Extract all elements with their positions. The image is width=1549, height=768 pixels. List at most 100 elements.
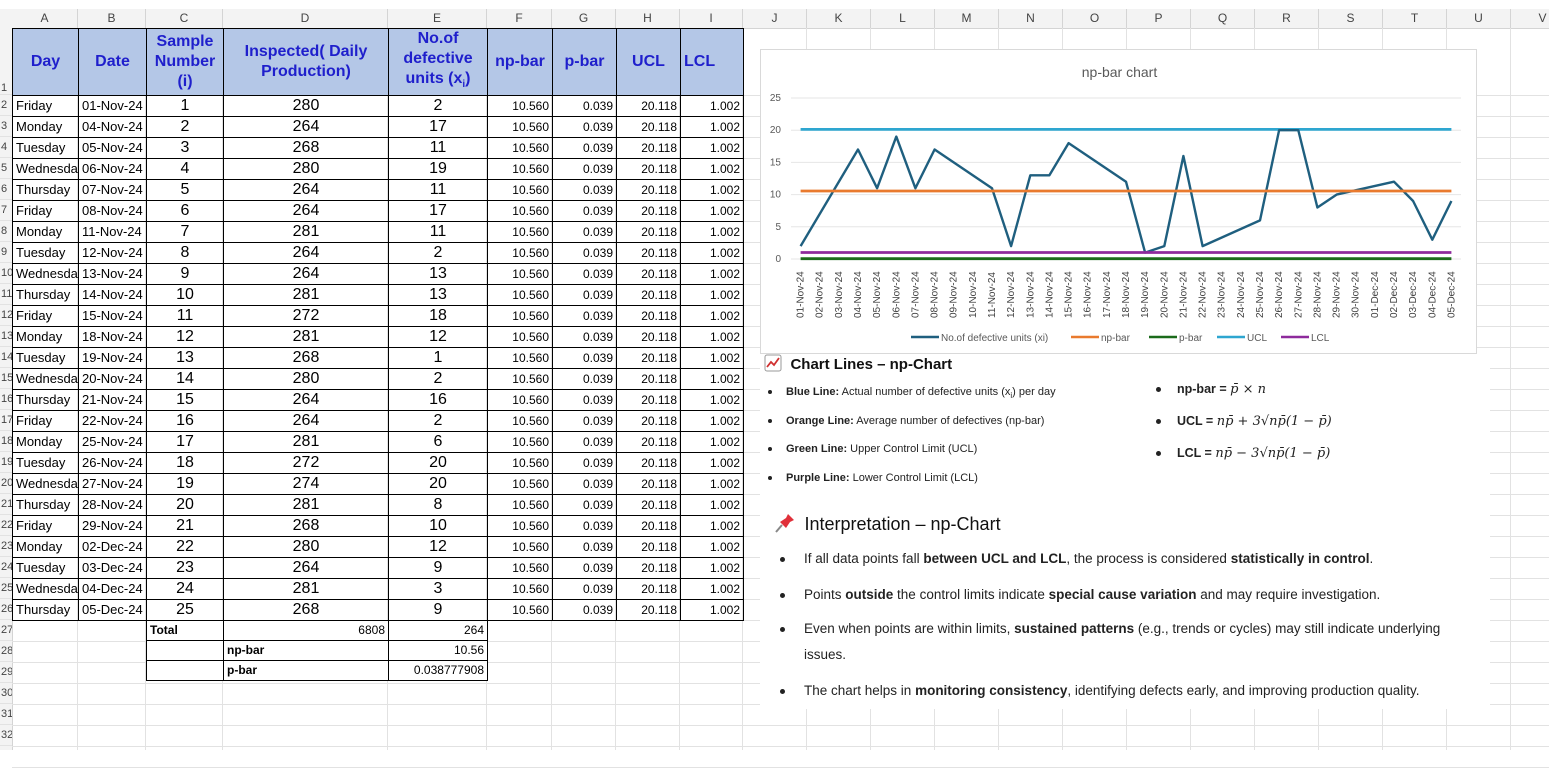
header-date[interactable]: Date (78, 27, 147, 97)
cell-inspected[interactable]: 264 (223, 179, 389, 202)
cell-inspected[interactable]: 264 (223, 557, 389, 580)
row-header-18[interactable]: 18 (0, 431, 12, 452)
cell-date[interactable]: 21-Nov-24 (78, 389, 147, 412)
cell-npbar[interactable]: 10.560 (487, 179, 553, 202)
total-inspected[interactable]: 6808 (223, 620, 389, 641)
cell-pbar[interactable]: 0.039 (552, 389, 617, 412)
cell-ucl[interactable]: 20.118 (616, 515, 681, 538)
cell-pbar[interactable]: 0.039 (552, 284, 617, 307)
cell-pbar[interactable]: 0.039 (552, 431, 617, 454)
column-header-n[interactable]: N (999, 9, 1063, 28)
column-header-r[interactable]: R (1255, 9, 1319, 28)
cell-date[interactable]: 29-Nov-24 (78, 515, 147, 538)
cell-sample[interactable]: 10 (146, 284, 224, 307)
column-header-u[interactable]: U (1447, 9, 1511, 28)
cell-npbar[interactable]: 10.560 (487, 431, 553, 454)
cell-day[interactable]: Tuesday (12, 242, 79, 265)
cell-npbar[interactable]: 10.560 (487, 326, 553, 349)
cell-npbar[interactable]: 10.560 (487, 284, 553, 307)
cell-inspected[interactable]: 272 (223, 452, 389, 475)
cell-lcl[interactable]: 1.002 (680, 368, 744, 391)
cell-date[interactable]: 19-Nov-24 (78, 347, 147, 370)
row-header-25[interactable]: 25 (0, 578, 12, 599)
total-label[interactable]: Total (146, 620, 224, 641)
cell-defective[interactable]: 20 (388, 473, 488, 496)
cell-npbar[interactable]: 10.560 (487, 305, 553, 328)
cell-pbar[interactable]: 0.039 (552, 557, 617, 580)
cell-ucl[interactable]: 20.118 (616, 137, 681, 160)
cell-lcl[interactable]: 1.002 (680, 431, 744, 454)
np-bar-chart[interactable]: np-bar chart 0 5 10 15 20 25 01-Nov-24 02-Nov-24… (760, 49, 1477, 354)
column-header-j[interactable]: J (743, 9, 807, 28)
cell-defective[interactable]: 18 (388, 305, 488, 328)
cell-pbar[interactable]: 0.039 (552, 452, 617, 475)
cell-pbar[interactable]: 0.039 (552, 368, 617, 391)
cell-pbar[interactable]: 0.039 (552, 515, 617, 538)
npbar-spacer[interactable] (146, 640, 224, 661)
cell-pbar[interactable]: 0.039 (552, 242, 617, 265)
cell-day[interactable]: Thursday (12, 494, 79, 517)
cell-date[interactable]: 28-Nov-24 (78, 494, 147, 517)
cell-date[interactable]: 06-Nov-24 (78, 158, 147, 181)
cell-ucl[interactable]: 20.118 (616, 179, 681, 202)
cell-ucl[interactable]: 20.118 (616, 473, 681, 496)
row-header-15[interactable]: 15 (0, 368, 12, 389)
cell-defective[interactable]: 2 (388, 410, 488, 433)
cell-inspected[interactable]: 268 (223, 515, 389, 538)
cell-defective[interactable]: 8 (388, 494, 488, 517)
cell-pbar[interactable]: 0.039 (552, 158, 617, 181)
cell-sample[interactable]: 15 (146, 389, 224, 412)
cell-lcl[interactable]: 1.002 (680, 200, 744, 223)
cell-date[interactable]: 22-Nov-24 (78, 410, 147, 433)
row-header-31[interactable]: 31 (0, 704, 12, 725)
cell-sample[interactable]: 8 (146, 242, 224, 265)
cell-inspected[interactable]: 274 (223, 473, 389, 496)
cell-npbar[interactable]: 10.560 (487, 263, 553, 286)
cell-ucl[interactable]: 20.118 (616, 221, 681, 244)
column-header-m[interactable]: M (935, 9, 999, 28)
column-header-t[interactable]: T (1383, 9, 1447, 28)
column-header-s[interactable]: S (1319, 9, 1383, 28)
cell-lcl[interactable]: 1.002 (680, 158, 744, 181)
column-header-k[interactable]: K (807, 9, 871, 28)
cell-lcl[interactable]: 1.002 (680, 326, 744, 349)
cell-defective[interactable]: 19 (388, 158, 488, 181)
cell-date[interactable]: 01-Nov-24 (78, 95, 147, 118)
cell-sample[interactable]: 5 (146, 179, 224, 202)
cell-npbar[interactable]: 10.560 (487, 473, 553, 496)
cell-sample[interactable]: 21 (146, 515, 224, 538)
column-header-v[interactable]: V (1511, 9, 1549, 28)
row-header-19[interactable]: 19 (0, 452, 12, 473)
row-header-9[interactable]: 9 (0, 242, 12, 263)
column-header-i[interactable]: I (680, 9, 743, 28)
cell-day[interactable]: Tuesday (12, 347, 79, 370)
cell-npbar[interactable]: 10.560 (487, 221, 553, 244)
row-header-11[interactable]: 11 (0, 284, 12, 305)
cell-defective[interactable]: 2 (388, 242, 488, 265)
cell-date[interactable]: 03-Dec-24 (78, 557, 147, 580)
cell-sample[interactable]: 3 (146, 137, 224, 160)
cell-defective[interactable]: 6 (388, 431, 488, 454)
header-day[interactable]: Day (12, 27, 79, 97)
total-defective[interactable]: 264 (388, 620, 488, 641)
cell-lcl[interactable]: 1.002 (680, 536, 744, 559)
cell-npbar[interactable]: 10.560 (487, 347, 553, 370)
cell-ucl[interactable]: 20.118 (616, 284, 681, 307)
row-header-24[interactable]: 24 (0, 557, 12, 578)
cell-ucl[interactable]: 20.118 (616, 326, 681, 349)
cell-day[interactable]: Tuesday (12, 137, 79, 160)
cell-npbar[interactable]: 10.560 (487, 158, 553, 181)
legend-entry[interactable]: UCL (1247, 333, 1267, 344)
cell-ucl[interactable]: 20.118 (616, 389, 681, 412)
cell-pbar[interactable]: 0.039 (552, 305, 617, 328)
cell-inspected[interactable]: 264 (223, 116, 389, 139)
cell-inspected[interactable]: 280 (223, 368, 389, 391)
cell-sample[interactable]: 19 (146, 473, 224, 496)
cell-defective[interactable]: 17 (388, 200, 488, 223)
cell-date[interactable]: 18-Nov-24 (78, 326, 147, 349)
cell-pbar[interactable]: 0.039 (552, 494, 617, 517)
cell-inspected[interactable]: 281 (223, 221, 389, 244)
cell-defective[interactable]: 12 (388, 326, 488, 349)
cell-defective[interactable]: 1 (388, 347, 488, 370)
cell-defective[interactable]: 2 (388, 95, 488, 118)
